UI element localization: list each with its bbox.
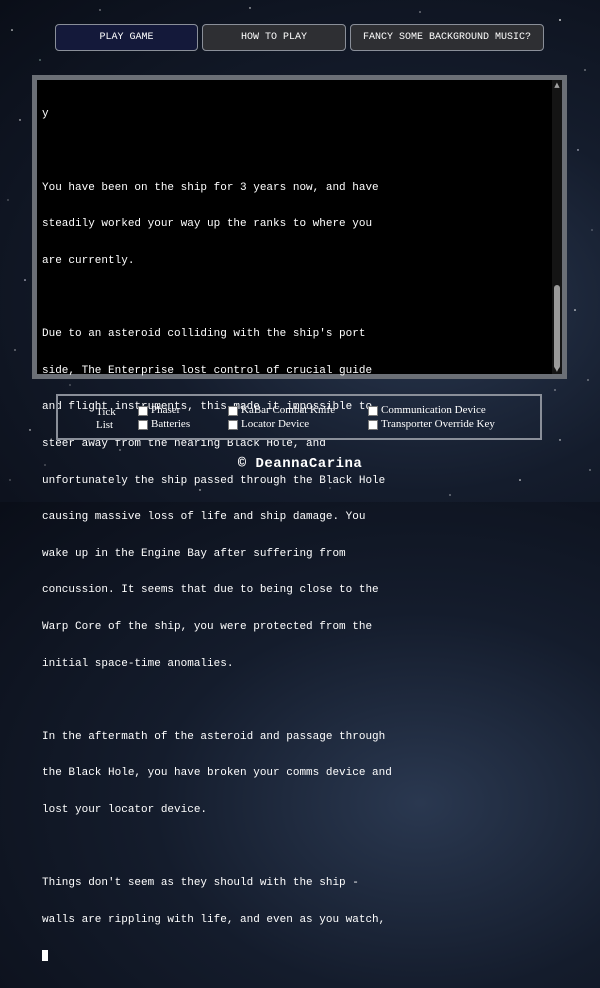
terminal-line: You have been on the ship for 3 years no… bbox=[42, 181, 379, 194]
checkbox-transporter-override-key[interactable] bbox=[368, 419, 378, 430]
text-cursor bbox=[42, 950, 48, 962]
terminal-scrollbar[interactable]: ▲ ▼ bbox=[552, 80, 562, 374]
item-phaser-label: Phaser bbox=[151, 404, 181, 416]
terminal-line: steadily worked your way up the ranks to… bbox=[42, 218, 373, 231]
terminal-line: lost your locator device. bbox=[42, 803, 208, 816]
checkbox-locator-device[interactable] bbox=[228, 419, 238, 430]
item-transporter-label: Transporter Override Key bbox=[381, 418, 495, 430]
scroll-up-icon[interactable]: ▲ bbox=[552, 80, 562, 90]
terminal-line: initial space-time anomalies. bbox=[42, 657, 234, 670]
item-kabar-combat-knife[interactable]: KaBar Combat Knife bbox=[228, 404, 335, 417]
terminal-line: are currently. bbox=[42, 254, 135, 267]
terminal-output: y You have been on the ship for 3 years … bbox=[42, 84, 546, 988]
terminal-line: y bbox=[42, 108, 49, 121]
item-phaser[interactable]: Phaser bbox=[138, 404, 180, 417]
terminal-line: Warp Core of the ship, you were protecte… bbox=[42, 620, 373, 633]
item-locator-device[interactable]: Locator Device bbox=[228, 418, 309, 431]
terminal-cursor-line bbox=[42, 950, 546, 963]
scrollbar-thumb[interactable] bbox=[554, 285, 560, 369]
item-batteries-label: Batteries bbox=[151, 418, 191, 430]
tick-list-title-line1: Tick bbox=[96, 406, 116, 418]
game-terminal[interactable]: y You have been on the ship for 3 years … bbox=[32, 75, 567, 962]
tick-list-title: Tick List bbox=[96, 406, 116, 432]
item-locator-label: Locator Device bbox=[241, 418, 310, 430]
checkbox-kabar-combat-knife[interactable] bbox=[228, 405, 238, 416]
scroll-down-icon[interactable]: ▼ bbox=[552, 364, 562, 374]
copyright-footer: © DeannaCarina bbox=[237, 456, 363, 472]
main-tabs: PLAY GAME HOW TO PLAY FANCY SOME BACKGRO… bbox=[55, 24, 544, 51]
tab-how-to-play[interactable]: HOW TO PLAY bbox=[202, 24, 346, 51]
item-batteries[interactable]: Batteries bbox=[138, 418, 190, 431]
item-transporter-override-key[interactable]: Transporter Override Key bbox=[368, 418, 495, 431]
terminal-line: wake up in the Engine Bay after sufferin… bbox=[42, 547, 346, 560]
tab-play-game[interactable]: PLAY GAME bbox=[55, 24, 198, 51]
terminal-line: Due to an asteroid colliding with the sh… bbox=[42, 328, 366, 341]
item-kabar-label: KaBar Combat Knife bbox=[241, 404, 336, 416]
checkbox-communication-device[interactable] bbox=[368, 405, 378, 416]
tick-list-title-line2: List bbox=[96, 419, 114, 431]
terminal-line: causing massive loss of life and ship da… bbox=[42, 511, 366, 524]
item-communication-label: Communication Device bbox=[381, 404, 486, 416]
item-communication-device[interactable]: Communication Device bbox=[368, 404, 486, 417]
terminal-line: side, The Enterprise lost control of cru… bbox=[42, 364, 373, 377]
checkbox-phaser[interactable] bbox=[138, 405, 148, 416]
terminal-line: unfortunately the ship passed through th… bbox=[42, 474, 386, 487]
terminal-line: walls are rippling with life, and even a… bbox=[42, 913, 386, 926]
tab-background-music[interactable]: FANCY SOME BACKGROUND MUSIC? bbox=[350, 24, 544, 51]
terminal-line: Things don't seem as they should with th… bbox=[42, 877, 359, 890]
terminal-line: the Black Hole, you have broken your com… bbox=[42, 767, 392, 780]
terminal-line: In the aftermath of the asteroid and pas… bbox=[42, 730, 386, 743]
checkbox-batteries[interactable] bbox=[138, 419, 148, 430]
inventory-tick-list: Tick List Phaser KaBar Combat Knife Comm… bbox=[56, 394, 542, 440]
terminal-line: concussion. It seems that due to being c… bbox=[42, 584, 379, 597]
